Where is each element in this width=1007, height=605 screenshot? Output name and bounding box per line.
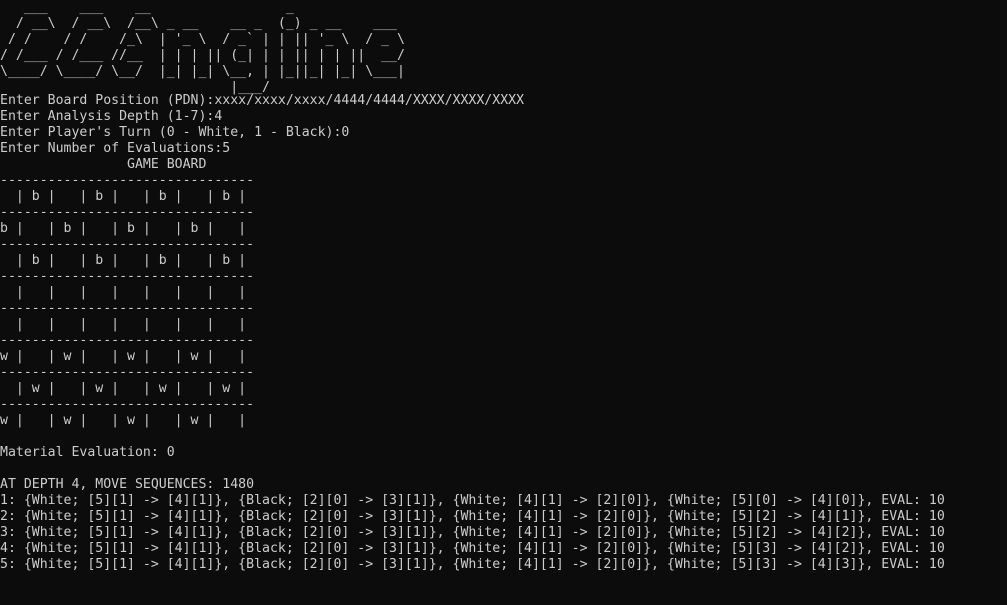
move-sequence: 2: {White; [5][1] -> [4][1]}, {Black; [2… [0, 509, 945, 524]
board-row: b | | b | | b | | b | | [0, 221, 247, 236]
banner-line: / __\ / __\ /__\ _ __ __ _ (_) _ __ ___ [0, 16, 397, 31]
material-evaluation: Material Evaluation: 0 [0, 445, 175, 460]
prompt-num-evaluations: Enter Number of Evaluations:5 [0, 141, 231, 156]
board-row: | | | | | | | | [0, 285, 247, 300]
board-row: | | | | | | | | [0, 317, 247, 332]
prompt-player-turn: Enter Player's Turn (0 - White, 1 - Blac… [0, 125, 350, 140]
banner-line: \____/ \____/ \__/ |_| |_| \__, | |_||_|… [0, 64, 405, 79]
prompt-analysis-depth: Enter Analysis Depth (1-7):4 [0, 109, 223, 124]
move-sequence: 4: {White; [5][1] -> [4][1]}, {Black; [2… [0, 541, 945, 556]
move-sequence: 1: {White; [5][1] -> [4][1]}, {Black; [2… [0, 493, 945, 508]
board-separator: -------------------------------- [0, 205, 255, 220]
board-separator: -------------------------------- [0, 173, 255, 188]
board-row: w | | w | | w | | w | | [0, 349, 247, 364]
board-row: | b | | b | | b | | b | [0, 253, 247, 268]
board-separator: -------------------------------- [0, 365, 255, 380]
board-title: GAME BOARD [0, 157, 207, 172]
banner-line: / / / / /_\ | '_ \ / _` | | || '_ \ / _ … [0, 32, 405, 47]
board-row: w | | w | | w | | w | | [0, 413, 247, 428]
depth-summary: AT DEPTH 4, MOVE SEQUENCES: 1480 [0, 477, 255, 492]
terminal-window[interactable]: ___ ___ __ _ / __\ / __\ /__\ _ __ __ _ … [0, 0, 1007, 605]
board-row: | w | | w | | w | | w | [0, 381, 247, 396]
banner-line: / /___ / /___ //__ | | | || (_| | | || |… [0, 48, 405, 63]
board-separator: -------------------------------- [0, 333, 255, 348]
board-row: | b | | b | | b | | b | [0, 189, 247, 204]
prompt-board-position: Enter Board Position (PDN):xxxx/xxxx/xxx… [0, 93, 525, 108]
board-separator: -------------------------------- [0, 237, 255, 252]
banner-line: ___ ___ __ _ [0, 0, 294, 15]
board-separator: -------------------------------- [0, 301, 255, 316]
move-sequence: 5: {White; [5][1] -> [4][1]}, {Black; [2… [0, 557, 945, 572]
board-separator: -------------------------------- [0, 397, 255, 412]
move-sequence: 3: {White; [5][1] -> [4][1]}, {Black; [2… [0, 525, 945, 540]
board-separator: -------------------------------- [0, 269, 255, 284]
